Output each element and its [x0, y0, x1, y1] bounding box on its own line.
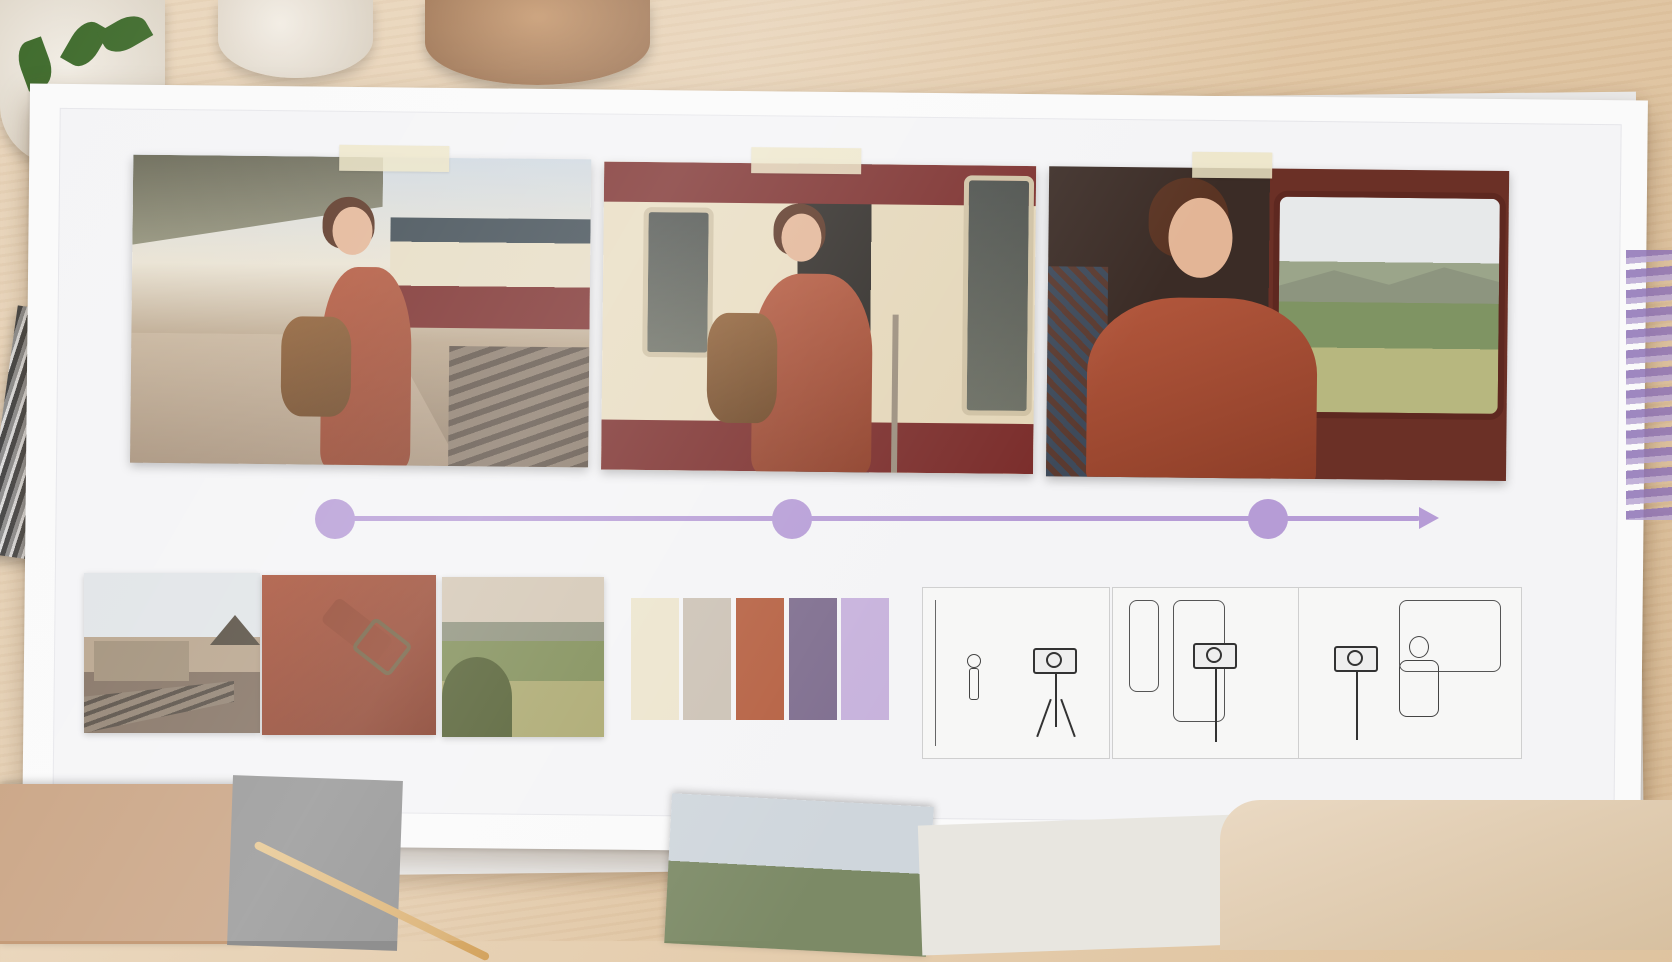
tape: [1192, 151, 1273, 179]
coat-buckle-reference[interactable]: [262, 575, 436, 735]
figure-icon: [967, 654, 981, 668]
photo-platform[interactable]: [130, 154, 592, 468]
loose-photo: [664, 793, 934, 957]
palette-swatch-mauve[interactable]: [789, 598, 837, 720]
palette-swatch-lavender[interactable]: [841, 598, 889, 720]
linen-cloth: [1220, 800, 1672, 950]
ceramic-cup: [218, 0, 373, 78]
camera-icon: [1033, 648, 1083, 738]
station-reference[interactable]: [84, 573, 260, 733]
timeline-node-2[interactable]: [772, 499, 812, 539]
sketch-platform[interactable]: [922, 587, 1110, 759]
sketch-door[interactable]: [1112, 587, 1304, 759]
palette-swatch-cream[interactable]: [631, 598, 679, 720]
loose-paper: [917, 814, 1243, 956]
timeline-node-3[interactable]: [1248, 499, 1288, 539]
camera-icon: [1334, 646, 1384, 746]
lavender-sprig: [1626, 250, 1672, 520]
tape: [751, 147, 862, 175]
wooden-dish: [425, 0, 650, 85]
palette-swatch-taupe[interactable]: [683, 598, 731, 720]
grey-card: [227, 775, 403, 951]
timeline-node-1[interactable]: [315, 499, 355, 539]
timeline: [315, 497, 1445, 541]
arrow-right-icon: [1419, 507, 1439, 529]
tape: [339, 144, 450, 172]
photo-boarding[interactable]: [601, 161, 1037, 475]
sketch-seat[interactable]: [1298, 587, 1522, 759]
photo-window[interactable]: [1045, 166, 1510, 482]
sketch-card: [0, 784, 248, 944]
landscape-reference[interactable]: [442, 577, 604, 737]
palette-swatch-rust[interactable]: [736, 598, 784, 720]
camera-icon: [1193, 643, 1243, 743]
figure-icon: [1409, 636, 1429, 658]
